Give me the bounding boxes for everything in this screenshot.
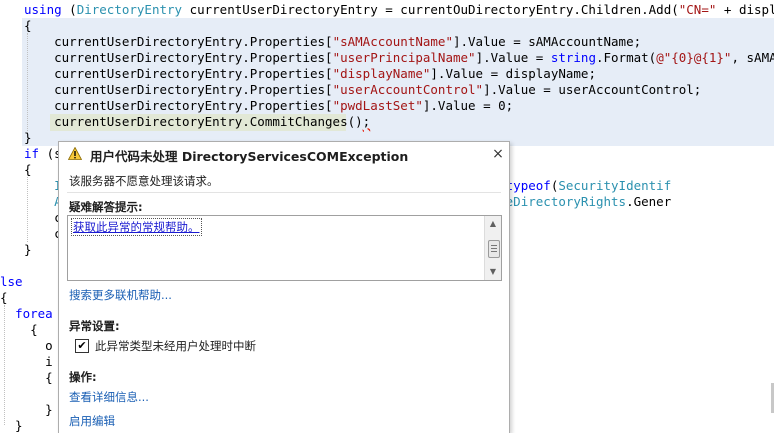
code-token: , sAMAccountN [731, 50, 774, 65]
code-line[interactable]: currentUserDirectoryEntry.Properties["pw… [24, 98, 513, 114]
break-checkbox[interactable]: ✔ [75, 339, 89, 353]
break-checkbox-label[interactable]: 此异常类型未经用户处理时中断 [95, 338, 256, 354]
code-token: o [0, 338, 53, 353]
code-line[interactable]: } [0, 418, 23, 432]
close-button[interactable]: × [491, 146, 505, 162]
code-token: currentUserDirectoryEntry.Properties[ [24, 98, 333, 113]
exception-assistant: 用户代码未处理 DirectoryServicesCOMException × … [58, 141, 510, 433]
code-token: + displayName, [723, 2, 774, 17]
code-line[interactable]: currentUserDirectoryEntry.CommitChanges(… [24, 114, 370, 130]
divider [67, 192, 501, 193]
code-token: A [24, 194, 62, 209]
view-details-link[interactable]: 查看详细信息... [69, 389, 149, 405]
code-token: ].Value = displayName; [430, 66, 596, 81]
code-token: currentUserDirectoryEntry.Properties[ [24, 82, 333, 97]
exception-title-bar: 用户代码未处理 DirectoryServicesCOMException × [59, 142, 509, 166]
scroll-down-icon[interactable]: ▼ [485, 264, 501, 280]
code-token: } [0, 402, 53, 417]
code-token: .Gener [626, 194, 672, 209]
code-token: string [550, 50, 596, 65]
code-token: { [24, 162, 32, 177]
code-token: if [24, 146, 40, 161]
code-token: "userAccountControl" [332, 82, 484, 97]
code-line[interactable]: o [0, 338, 53, 354]
code-line[interactable]: } [0, 402, 53, 418]
settings-heading: 异常设置: [69, 319, 120, 333]
search-online-help-link[interactable]: 搜索更多联机帮助... [69, 287, 172, 303]
code-token: .Format( [595, 50, 657, 65]
code-line[interactable]: currentUserDirectoryEntry.Properties["us… [24, 50, 774, 66]
exception-title: 用户代码未处理 DirectoryServicesCOMException [90, 149, 409, 164]
code-token: DirectoryEntry [76, 2, 183, 17]
code-line[interactable]: } [24, 130, 32, 146]
code-token: { [0, 370, 53, 385]
code-token: using [24, 2, 70, 17]
code-token: "sAMAccountName" [332, 34, 453, 49]
code-token: "CN=" [678, 2, 717, 17]
warning-icon [68, 147, 82, 160]
enable-editing-link[interactable]: 启用编辑 [69, 413, 115, 429]
code-line[interactable]: { [0, 370, 53, 386]
code-line[interactable]: currentUserDirectoryEntry.Properties["sA… [24, 34, 641, 50]
code-token: typeof [505, 178, 551, 193]
code-token: c [24, 210, 62, 225]
code-line[interactable]: { [0, 322, 38, 338]
code-token: { [24, 18, 32, 33]
tips-list[interactable]: 获取此异常的常规帮助。 ▲ ▼ [67, 215, 502, 281]
exception-message: 该服务器不愿意处理该请求。 [69, 174, 219, 188]
code-token: ].Value = sAMAccountName; [452, 34, 642, 49]
code-token: currentUserDirectoryEntry = currentOuDir… [182, 2, 679, 17]
code-token: "displayName" [332, 66, 431, 81]
code-token: forea [15, 306, 53, 321]
code-line[interactable]: } [24, 242, 32, 258]
code-line[interactable]: { [24, 18, 32, 34]
code-token: lse [0, 274, 23, 289]
code-line[interactable]: using (DirectoryEntry currentUserDirecto… [24, 2, 774, 18]
code-token: @"{0}@{1}" [656, 50, 732, 65]
code-line[interactable]: lse [0, 274, 23, 290]
code-token: I [24, 178, 62, 193]
code-token: c [24, 226, 62, 241]
code-token: ].Value = [475, 50, 551, 65]
code-token: } [24, 242, 32, 257]
code-line[interactable]: { [0, 290, 8, 306]
code-line[interactable]: i [0, 354, 53, 370]
code-token: ( [69, 2, 77, 17]
scroll-up-icon[interactable]: ▲ [485, 216, 501, 232]
general-help-link[interactable]: 获取此异常的常规帮助。 [71, 218, 202, 236]
tips-heading: 疑难解答提示: [69, 200, 143, 214]
code-token: currentUserDirectoryEntry.CommitChanges(… [24, 114, 363, 129]
code-token: ].Value = userAccountControl; [483, 82, 702, 97]
code-token: { [0, 290, 8, 305]
code-token: } [0, 418, 23, 432]
code-line[interactable]: c [24, 210, 62, 226]
code-token: "pwdLastSet" [332, 98, 423, 113]
code-token: ].Value = 0; [422, 98, 514, 113]
code-token: currentUserDirectoryEntry.Properties[ [24, 50, 333, 65]
tips-scrollbar[interactable]: ▲ ▼ [484, 216, 501, 280]
code-token: SecurityIdentif [558, 178, 672, 193]
code-token: currentUserDirectoryEntry.Properties[ [24, 34, 333, 49]
code-line[interactable]: currentUserDirectoryEntry.Properties["us… [24, 82, 701, 98]
code-token: ; [362, 114, 371, 129]
actions-heading: 操作: [69, 370, 97, 384]
code-line[interactable]: forea [0, 306, 53, 322]
code-token: } [24, 130, 32, 145]
code-line[interactable]: c [24, 226, 62, 242]
code-line[interactable]: currentUserDirectoryEntry.Properties["di… [24, 66, 596, 82]
code-token: currentUserDirectoryEntry.Properties[ [24, 66, 333, 81]
code-line[interactable]: { [24, 162, 32, 178]
code-token: "userPrincipalName" [332, 50, 476, 65]
scrollbar-thumb[interactable] [488, 240, 500, 258]
code-token: { [0, 322, 38, 337]
code-token: i [0, 354, 53, 369]
